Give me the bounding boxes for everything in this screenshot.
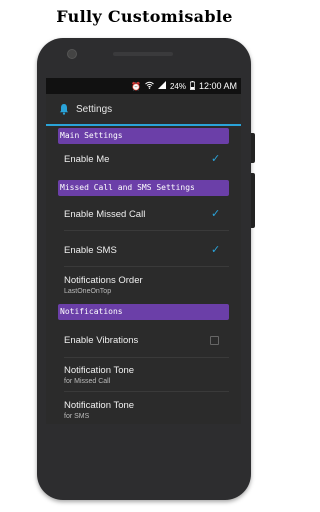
divider — [64, 266, 229, 267]
battery-icon — [190, 80, 195, 92]
promo-headline: Fully Customisable — [56, 7, 233, 26]
wifi-icon — [145, 81, 154, 91]
section-main: Main Settings — [46, 126, 241, 144]
front-camera — [67, 49, 77, 59]
divider — [64, 230, 229, 231]
pref-tone-missed-call[interactable]: Notification Tone for Missed Call — [46, 365, 241, 385]
pref-enable-sms[interactable]: Enable SMS ✓ — [46, 245, 241, 257]
phone-screen: ⏰ 24% 12:00 AM Settings Main Settings En… — [46, 78, 241, 424]
pref-enable-vibrations[interactable]: Enable Vibrations — [46, 335, 241, 346]
status-bar: ⏰ 24% 12:00 AM — [46, 78, 241, 94]
pref-notifications-order[interactable]: Notifications Order LastOneOnTop — [46, 275, 241, 295]
pref-label: Notification Tone — [64, 400, 135, 411]
signal-icon — [157, 81, 166, 91]
battery-percent: 24% — [169, 81, 186, 91]
pref-summary: for SMS — [64, 413, 90, 420]
pref-tone-sms[interactable]: Notification Tone for SMS — [46, 400, 241, 420]
pref-summary: for Missed Call — [64, 378, 111, 385]
pref-label: Notifications Order — [64, 275, 143, 286]
pref-enable-missed-call[interactable]: Enable Missed Call ✓ — [46, 209, 241, 221]
section-header-notifications: Notifications — [58, 304, 229, 320]
bell-icon[interactable] — [58, 103, 70, 115]
section-header-missed: Missed Call and SMS Settings — [58, 180, 229, 196]
divider — [64, 357, 229, 358]
checkbox-enable-missed-call[interactable]: ✓ — [211, 209, 220, 220]
checkbox-enable-sms[interactable]: ✓ — [211, 245, 220, 256]
divider — [64, 391, 229, 392]
checkbox-enable-vibrations[interactable] — [210, 336, 219, 345]
section-header-main: Main Settings — [58, 128, 229, 144]
volume-button — [251, 173, 255, 228]
section-missed: Missed Call and SMS Settings — [46, 178, 241, 196]
pref-label: Notification Tone — [64, 365, 135, 376]
pref-summary: LastOneOnTop — [64, 288, 112, 295]
alarm-icon: ⏰ — [130, 81, 141, 91]
clock: 12:00 AM — [198, 81, 237, 91]
pref-enable-me[interactable]: Enable Me ✓ — [46, 154, 241, 166]
section-notifications: Notifications — [46, 302, 241, 320]
page-title: Settings — [76, 103, 113, 115]
action-bar: Settings — [46, 94, 241, 126]
earpiece-speaker — [113, 52, 173, 56]
checkbox-enable-me[interactable]: ✓ — [211, 154, 220, 165]
